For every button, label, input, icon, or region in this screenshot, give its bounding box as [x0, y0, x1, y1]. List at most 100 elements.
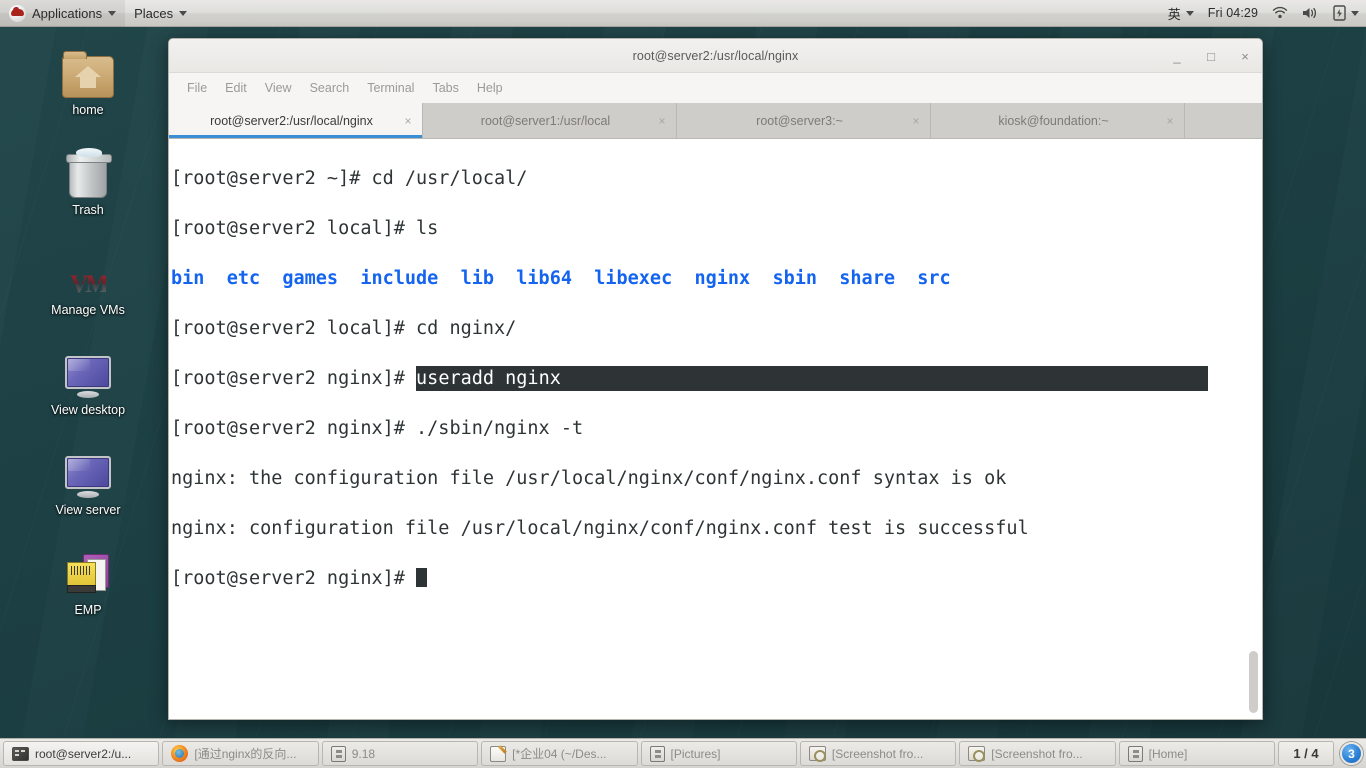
terminal-selection: useradd nginx	[416, 366, 1209, 391]
input-method-indicator[interactable]: 英	[1161, 0, 1201, 27]
tab-label: kiosk@foundation:~	[998, 113, 1109, 128]
terminal-prompt: [root@server2 nginx]#	[171, 568, 417, 589]
terminal-output: [root@server2 ~]# cd /usr/local/ [root@s…	[171, 141, 1262, 641]
terminal-line-selected: [root@server2 nginx]# useradd nginx	[171, 366, 1262, 391]
wifi-icon	[1272, 6, 1288, 19]
terminal-icon	[12, 746, 29, 761]
text-editor-icon	[490, 745, 507, 762]
volume-indicator[interactable]	[1295, 0, 1326, 27]
desktop-icon-label: EMP	[74, 603, 102, 617]
close-icon[interactable]: ×	[400, 113, 416, 129]
menu-help[interactable]: Help	[469, 78, 511, 98]
desktop-icon-label: View server	[55, 503, 121, 517]
taskbar-item-label: 9.18	[351, 746, 376, 761]
close-icon[interactable]: ×	[1162, 113, 1178, 129]
terminal-window: root@server2:/usr/local/nginx _ □ × File…	[168, 38, 1263, 720]
window-title-bar[interactable]: root@server2:/usr/local/nginx _ □ ×	[169, 39, 1262, 73]
desktop-icon-view-server[interactable]: View server	[29, 448, 147, 518]
tab-label: root@server3:~	[756, 113, 843, 128]
terminal-line: [root@server2 ~]# cd /usr/local/	[171, 168, 528, 189]
screenshot-icon	[808, 746, 826, 762]
redhat-logo-icon	[9, 4, 26, 22]
taskbar-item-pictures[interactable]: [Pictures]	[640, 741, 797, 766]
taskbar-item-home[interactable]: [Home]	[1118, 741, 1275, 766]
power-indicator[interactable]	[1326, 0, 1366, 27]
desktop-icon-manage-vms[interactable]: VM Manage VMs	[29, 248, 147, 318]
taskbar-item-screenshot-2[interactable]: [Screenshot fro...	[959, 741, 1116, 766]
applications-menu[interactable]: Applications	[0, 0, 126, 27]
menu-search[interactable]: Search	[302, 78, 358, 98]
archive-icon	[1127, 745, 1143, 762]
taskbar: root@server2:/u... [通过nginx的反向... 9.18 […	[0, 738, 1366, 768]
desktop-icon-trash[interactable]: Trash	[29, 148, 147, 218]
taskbar-item-archive-918[interactable]: 9.18	[321, 741, 479, 766]
monitor-icon	[65, 348, 111, 398]
desktop-icon-label: Trash	[72, 203, 104, 217]
terminal-line-current: [root@server2 nginx]#	[171, 566, 1262, 591]
top-panel: Applications Places 英 Fri 04:29	[0, 0, 1366, 27]
chevron-down-icon	[1185, 10, 1194, 16]
taskbar-item-label: [Screenshot fro...	[991, 746, 1083, 761]
archive-icon	[649, 745, 665, 762]
menu-view[interactable]: View	[257, 78, 300, 98]
input-method-label: 英	[1167, 6, 1181, 22]
clock-label: Fri 04:29	[1207, 6, 1258, 20]
desktop-icon-label: home	[72, 103, 104, 117]
tab-label: root@server2:/usr/local/nginx	[210, 113, 373, 128]
window-title: root@server2:/usr/local/nginx	[632, 48, 799, 63]
menu-tabs[interactable]: Tabs	[424, 78, 466, 98]
menu-file[interactable]: File	[179, 78, 215, 98]
taskbar-item-label: [Home]	[1148, 746, 1188, 761]
taskbar-item-firefox[interactable]: [通过nginx的反向...	[162, 741, 319, 766]
desktop-icon-home[interactable]: home	[29, 48, 147, 118]
places-menu[interactable]: Places	[125, 0, 196, 27]
maximize-button[interactable]: □	[1202, 47, 1220, 65]
desktop-icon-label: Manage VMs	[51, 303, 125, 317]
screenshot-icon	[968, 746, 986, 762]
desktop-icon-label: View desktop	[50, 403, 126, 417]
places-menu-label: Places	[134, 5, 174, 21]
chevron-down-icon	[1351, 10, 1359, 16]
monitor-icon	[65, 448, 111, 498]
terminal-body[interactable]: [root@server2 ~]# cd /usr/local/ [root@s…	[169, 139, 1262, 719]
desktop-icon-emp[interactable]: EMP	[29, 548, 147, 618]
menu-terminal[interactable]: Terminal	[359, 78, 422, 98]
workspace-switcher[interactable]: 1 / 4	[1278, 741, 1334, 766]
trash-icon	[66, 148, 112, 198]
terminal-line: [root@server2 local]# ls	[171, 218, 439, 239]
taskbar-item-label: root@server2:/u...	[35, 746, 132, 761]
taskbar-item-label: [Pictures]	[670, 746, 721, 761]
desktop-icon-view-desktop[interactable]: View desktop	[29, 348, 147, 418]
tab-bar: root@server2:/usr/local/nginx × root@ser…	[169, 103, 1262, 139]
close-icon[interactable]: ×	[908, 113, 924, 129]
tab-foundation[interactable]: kiosk@foundation:~ ×	[931, 103, 1185, 138]
clock[interactable]: Fri 04:29	[1201, 0, 1265, 27]
notification-badge[interactable]: 3	[1340, 742, 1363, 765]
emp-card-icon	[66, 548, 110, 598]
terminal-line: nginx: configuration file /usr/local/ngi…	[171, 518, 1029, 539]
tab-server2[interactable]: root@server2:/usr/local/nginx ×	[169, 103, 423, 138]
terminal-line: [root@server2 local]# cd nginx/	[171, 318, 517, 339]
taskbar-item-label: [通过nginx的反向...	[194, 747, 297, 761]
close-button[interactable]: ×	[1236, 47, 1254, 65]
taskbar-item-text-editor[interactable]: [*企业04 (~/Des...	[481, 741, 638, 766]
tab-server3[interactable]: root@server3:~ ×	[677, 103, 931, 138]
minimize-button[interactable]: _	[1168, 47, 1186, 65]
tab-label: root@server1:/usr/local	[480, 113, 611, 128]
taskbar-item-terminal[interactable]: root@server2:/u...	[3, 741, 160, 766]
vmware-icon: VM	[70, 271, 109, 298]
wifi-indicator[interactable]	[1265, 0, 1295, 27]
tab-server1[interactable]: root@server1:/usr/local ×	[423, 103, 677, 138]
terminal-line-directories: bin etc games include lib lib64 libexec …	[171, 268, 951, 289]
terminal-line: [root@server2 nginx]# ./sbin/nginx -t	[171, 418, 584, 439]
archive-icon	[330, 745, 346, 762]
applications-menu-label: Applications	[32, 5, 103, 21]
terminal-scrollbar[interactable]	[1249, 651, 1258, 713]
close-icon[interactable]: ×	[654, 113, 670, 129]
window-controls: _ □ ×	[1168, 39, 1254, 73]
menu-edit[interactable]: Edit	[217, 78, 255, 98]
terminal-cursor	[416, 568, 428, 587]
taskbar-item-screenshot-1[interactable]: [Screenshot fro...	[799, 741, 957, 766]
taskbar-item-label: [Screenshot fro...	[831, 746, 924, 761]
taskbar-item-label: [*企业04 (~/Des...	[512, 747, 607, 761]
